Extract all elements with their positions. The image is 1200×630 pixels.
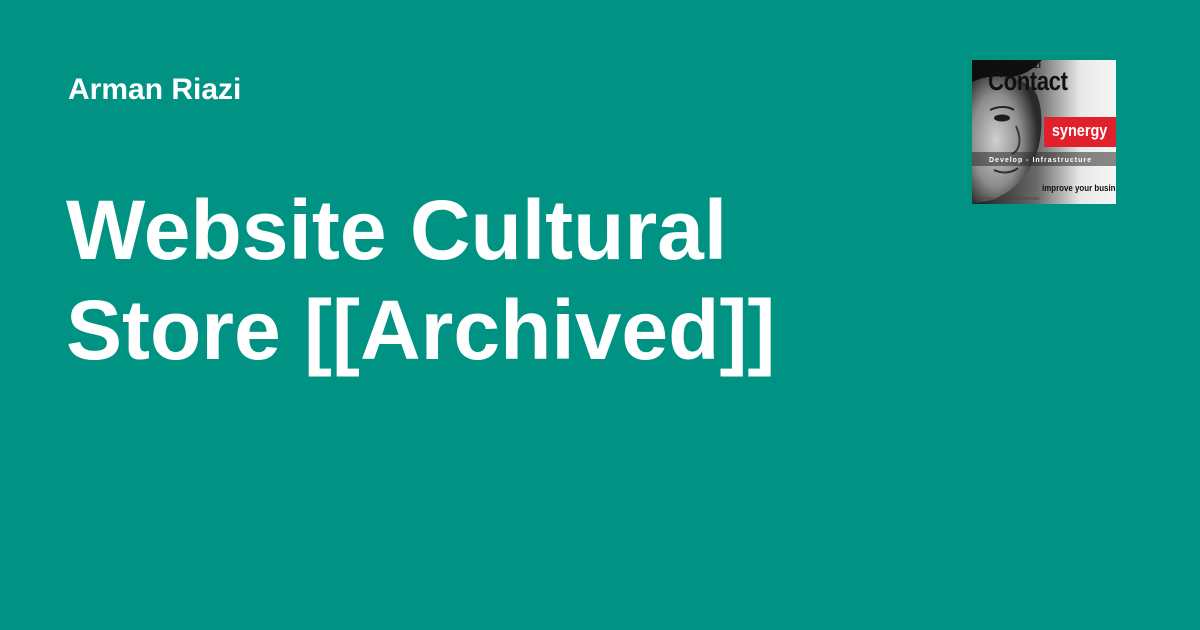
cover-slogan: improve your business [1042,183,1116,193]
cover-tagline: Develop - Infrastructure [989,157,1092,164]
social-card: Arman Riazi Website Cultural Store [[Arc… [0,0,1200,630]
cover-highlight-badge: synergy [1044,117,1116,147]
author-name[interactable]: Arman Riazi [68,72,241,108]
cover-highlight-text: synergy [1052,121,1108,140]
cover-url: anchor.com/riazi/arman [976,196,1040,202]
page-title: Website Cultural Store [[Archived]] [66,183,776,377]
cover-headline: Contact [988,66,1068,96]
author-avatar: Arman Riazi Contact synergy Develop - In… [972,60,1116,204]
